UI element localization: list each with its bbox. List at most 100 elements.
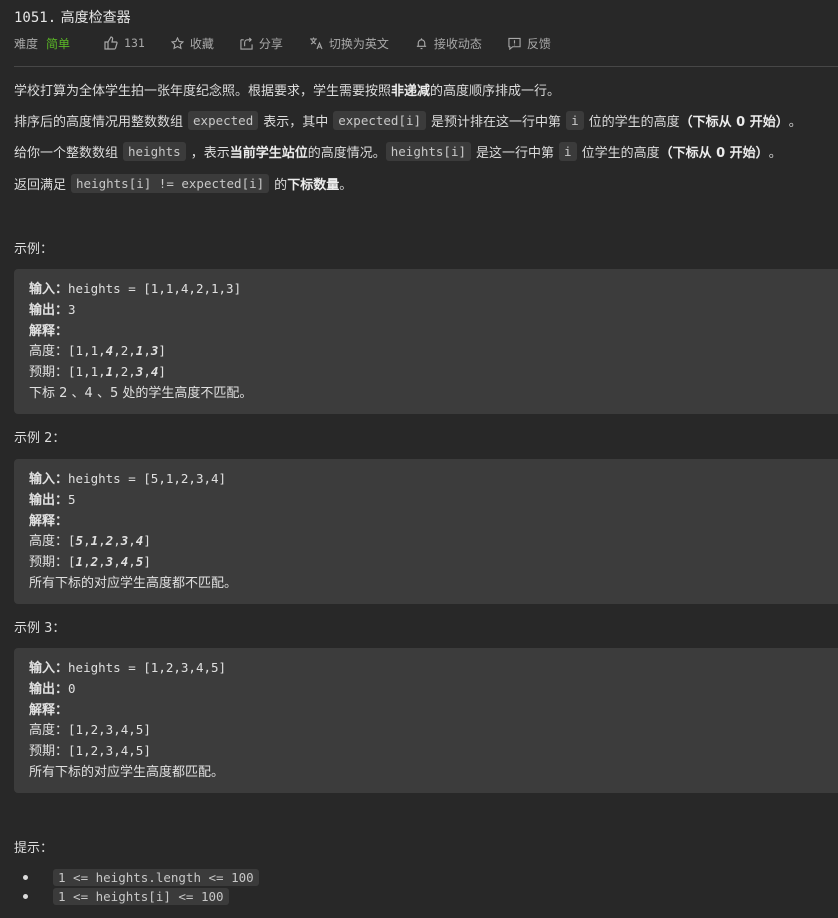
text: 。 [788,114,802,130]
input-value: heights = [1,2,3,4,5] [68,660,227,675]
translate-icon [309,37,323,50]
text: 给你一个整数数组 [14,145,119,161]
favorite-label: 收藏 [189,36,214,51]
array-value: 1 [75,343,84,359]
feedback-button[interactable]: 反馈 [508,35,551,52]
heights-label: 高度： [29,344,69,360]
problem-title: 1051. 高度检查器 [14,7,131,27]
mismatched-value: 5 [135,554,144,570]
mismatched-value: 2 [90,554,99,570]
inline-code: expected [188,110,259,130]
mismatched-value: 4 [150,364,159,380]
share-label: 分享 [258,36,283,51]
difficulty-badge: 简单 [46,36,71,51]
text: 。 [339,177,353,193]
bell-icon [416,37,427,49]
mismatched-value: 4 [105,343,114,359]
explanation-label: 解释： [29,513,69,529]
expected-label: 预期： [29,365,69,381]
text: 是这一行中第 [476,145,555,161]
text: 是预计排在这一行中第 [431,114,562,130]
array-value: 5 [135,722,144,738]
inline-code: expected[i] [333,110,427,130]
heights-label: 高度： [29,723,69,739]
mismatched-value: 5 [75,533,84,549]
array-value: 4 [120,743,129,759]
description-paragraph-2: 排序后的高度情况用整数数组 expected 表示，其中 expected[i]… [14,109,802,131]
text: ，表示 [190,145,230,161]
feedback-icon [508,37,521,50]
emphasis-text: 下标数量 [287,177,340,193]
mismatched-value: 3 [105,554,114,570]
output-value: 5 [68,491,76,507]
input-value: heights = [1,1,4,2,1,3] [68,281,242,296]
explanation-label: 解释： [29,323,69,339]
share-icon [240,37,253,50]
switch-language-label: 切换为英文 [328,36,389,51]
description-paragraph-1: 学校打算为全体学生拍一张年度纪念照。根据要求，学生需要按照 非递减 的高度顺序排… [14,78,560,100]
heights-label: 高度： [29,534,69,550]
output-label: 输出： [29,492,69,508]
like-button[interactable]: 131 [104,36,145,50]
text: 。 [768,145,782,161]
output-label: 输出： [29,302,69,318]
expected-array: [1,2,3,4,5] [68,743,151,759]
input-label: 输入： [29,661,69,676]
mismatched-value: 4 [120,554,129,570]
expected-label: 预期： [29,555,69,571]
array-value: 1 [90,343,99,359]
mismatched-value: 3 [120,533,129,549]
output-value: 3 [68,301,76,317]
mismatched-value: 1 [135,343,144,359]
text: 学校打算为全体学生拍一张年度纪念照。根据要求，学生需要按照 [14,83,392,99]
share-button[interactable]: 分享 [240,35,283,52]
switch-language-button[interactable]: 切换为英文 [309,35,389,52]
heights-array: [5,1,2,3,4] [68,533,151,549]
input-value: heights = [5,1,2,3,4] [68,471,227,486]
inline-code: heights[i] != expected[i] [71,173,270,193]
output-label: 输出： [29,681,69,697]
mismatched-value: 1 [105,364,114,380]
problem-name: 高度检查器 [60,10,131,26]
output-value: 0 [68,680,76,696]
emphasis-text: 当前学生站位 [229,145,308,161]
constraints-title: 提示： [14,841,54,856]
favorite-button[interactable]: 收藏 [170,35,214,52]
mismatched-value: 3 [135,364,144,380]
description-paragraph-3: 给你一个整数数组 heights ，表示 当前学生站位 的高度情况。 height… [14,140,782,162]
array-value: 4 [120,722,129,738]
text: 的高度情况。 [307,145,386,161]
mismatched-value: 1 [75,554,84,570]
text: 的 [274,177,288,193]
inline-code: heights [123,141,186,161]
problem-number: 1051. [14,10,57,26]
example-3-title: 示例 3： [14,621,66,636]
example-2-title: 示例 2： [14,431,66,446]
explanation-label: 解释： [29,702,69,718]
input-label: 输入： [29,472,69,487]
like-count: 131 [124,36,145,50]
input-label: 输入： [29,282,69,297]
emphasis-text: （下标从 0 开始） [659,145,769,161]
array-value: 5 [135,743,144,759]
subscribe-label: 接收动态 [433,36,482,51]
subscribe-button[interactable]: 接收动态 [415,35,482,52]
array-value: 1 [75,743,84,759]
constraint-item: 1 <= heights[i] <= 100 [23,887,259,906]
expected-array: [1,1,1,2,3,4] [68,364,166,380]
example-2-block: 输入：heights = [5,1,2,3,4] 输出：5 解释： 高度：[5,… [14,459,838,604]
example-3-block: 输入：heights = [1,2,3,4,5] 输出：0 解释： 高度： [1,… [14,648,838,793]
expected-array: [1,2,3,4,5] [68,554,151,570]
constraint-code: 1 <= heights[i] <= 100 [53,888,229,905]
constraint-item: 1 <= heights.length <= 100 [23,868,259,887]
array-value: 2 [120,364,129,380]
constraint-code: 1 <= heights.length <= 100 [53,869,259,886]
text: 位的学生的高度 [588,114,680,130]
text: 返回满足 [14,177,67,193]
explanation-note: 所有下标的对应学生高度都匹配。 [29,764,225,780]
mismatched-value: 1 [90,533,99,549]
text: 表示，其中 [263,114,329,130]
text: 位学生的高度 [581,145,660,161]
inline-code: i [566,110,584,130]
text: 的高度顺序排成一行。 [430,83,561,99]
